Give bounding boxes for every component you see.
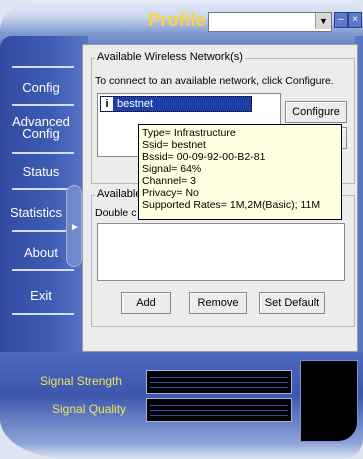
nav-divider [12,230,74,232]
sidebar-item-advanced-config[interactable]: Advanced Config [0,115,82,140]
minimize-button[interactable]: – [334,12,348,28]
preferred-networks-hint: Double c [95,207,137,219]
chevron-right-icon: ► [70,222,80,233]
meter-gridline [150,377,288,378]
nav-divider [12,313,74,315]
available-networks-hint: To connect to an available network, clic… [95,75,334,87]
user-icon: i [101,97,113,111]
close-button[interactable]: × [348,12,362,28]
nav-divider [12,269,74,271]
tooltip-privacy: Privacy= No [142,187,199,199]
meter-gridline [150,405,288,406]
signal-quality-label: Signal Quality [52,402,127,416]
network-details-tooltip: Type= Infrastructure Ssid= bestnet Bssid… [138,124,342,220]
sidebar-item-config[interactable]: Config [0,80,82,95]
nav-divider [12,152,74,154]
signal-strength-label: Signal Strength [40,374,123,388]
network-ssid: bestnet [117,98,154,110]
sidebar-item-status[interactable]: Status [0,164,82,179]
preferred-networks-title: Available [95,188,144,200]
window-title: Profile [148,10,207,30]
tooltip-signal: Signal= 64% [142,163,202,175]
tooltip-channel: Channel= 3 [142,175,197,187]
chevron-down-icon[interactable]: ▼ [315,13,331,29]
add-button[interactable]: Add [121,292,171,314]
profile-dropdown[interactable]: ▼ [208,12,332,32]
available-networks-title: Available Wireless Network(s) [95,51,245,63]
meter-gridline [150,415,288,416]
wireless-utility-window: Profile ▼ – × Config Advanced Config Sta… [0,0,363,459]
tooltip-rates: Supported Rates= 1M,2M(Basic); 11M [142,199,321,211]
set-default-button[interactable]: Set Default [259,292,325,314]
signal-strength-meter [146,370,292,394]
remove-button[interactable]: Remove [189,292,247,314]
meter-gridline [150,410,288,411]
signal-quality-meter [146,398,292,422]
list-item[interactable]: i bestnet [100,96,252,112]
sidebar-item-statistics[interactable]: Statistics [0,205,72,220]
nav-divider [12,104,74,106]
preferred-networks-list[interactable] [97,223,345,281]
nav-divider [12,188,74,190]
sidebar-item-exit[interactable]: Exit [0,288,82,303]
tooltip-bssid: Bssid= 00-09-92-00-B2-81 [142,151,266,163]
tooltip-type: Type= Infrastructure [142,127,236,139]
meter-gridline [150,387,288,388]
tooltip-ssid: Ssid= bestnet [142,139,206,151]
configure-button[interactable]: Configure [285,101,347,123]
signal-side-panel [300,360,358,442]
meter-gridline [150,382,288,383]
nav-divider [12,66,74,68]
